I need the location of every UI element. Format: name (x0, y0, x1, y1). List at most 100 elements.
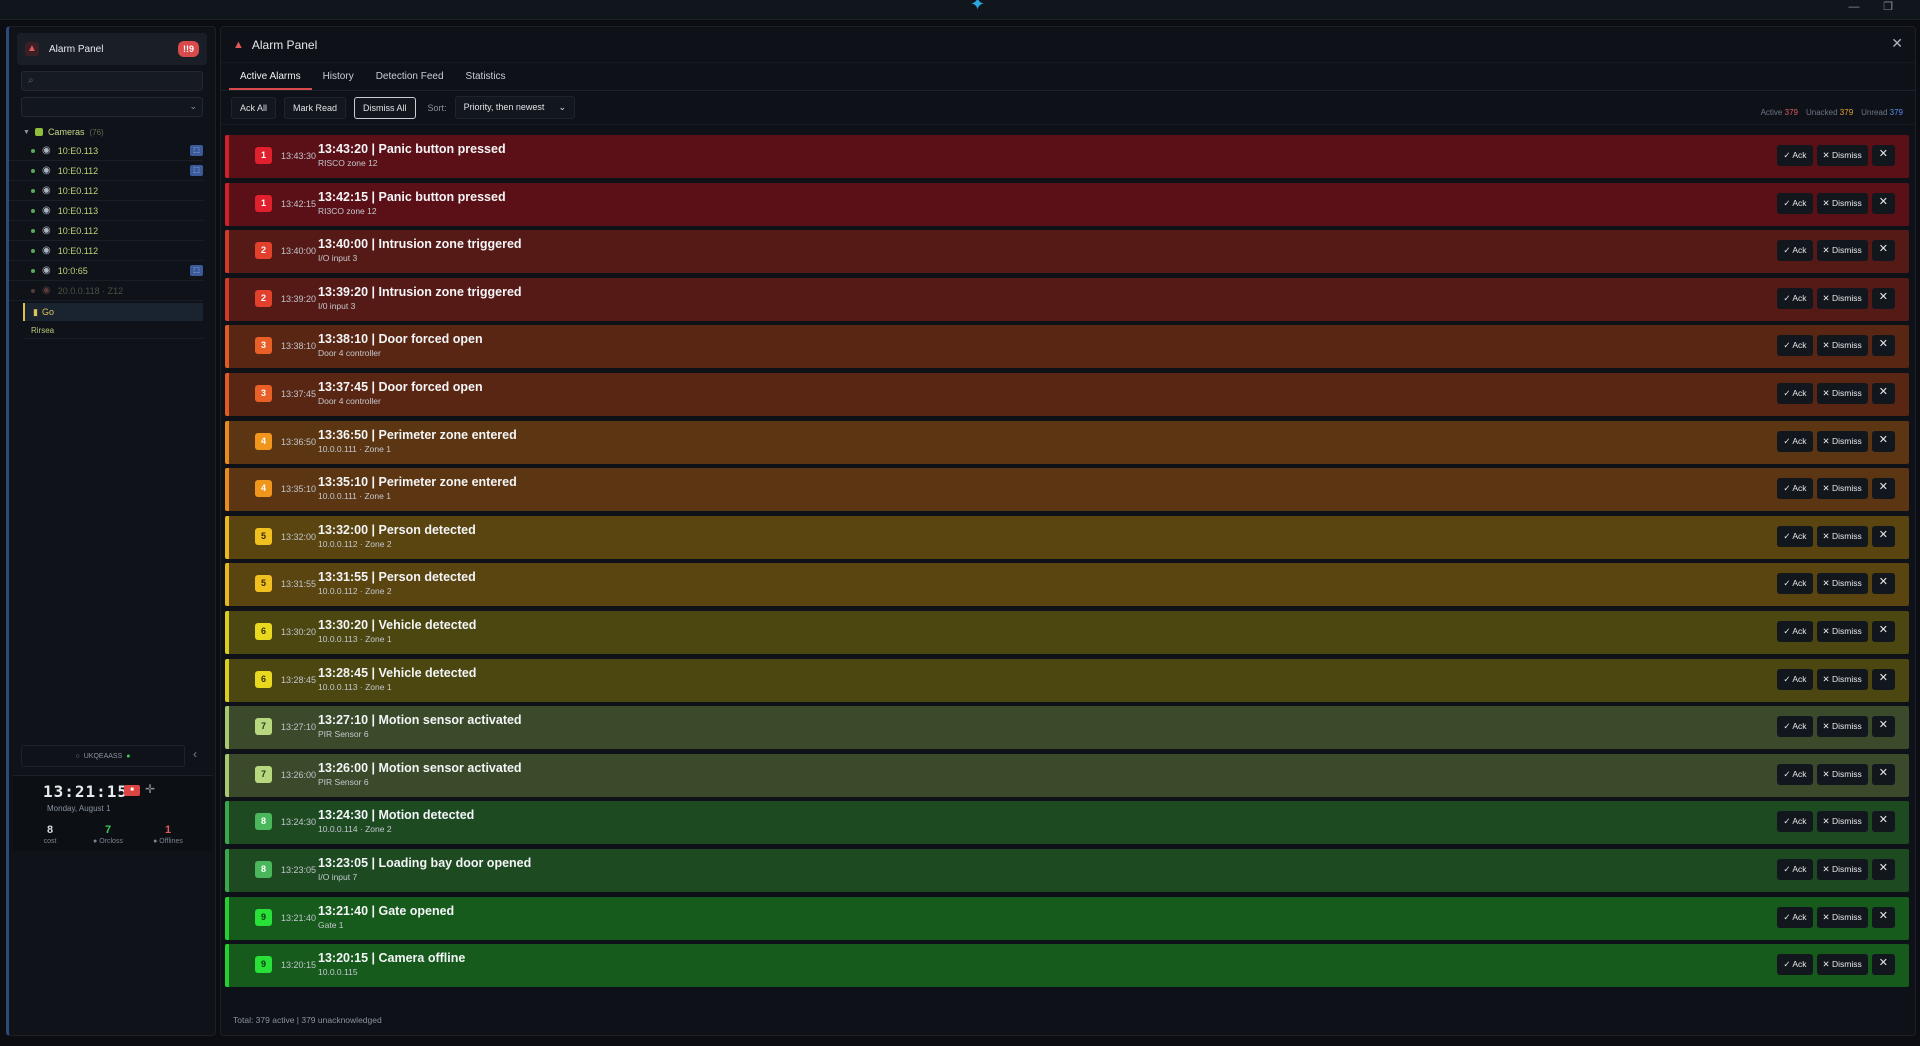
eye-icon[interactable]: ◉ (42, 185, 51, 196)
eye-icon[interactable]: ◉ (42, 245, 51, 256)
ack-button[interactable]: ✓ Ack (1777, 478, 1813, 500)
dismiss-button[interactable]: ✕ Dismiss (1816, 145, 1868, 166)
dismiss-all-button[interactable]: Dismiss All (354, 96, 416, 119)
dismiss-button[interactable]: ✕ Dismiss (1816, 335, 1868, 357)
close-icon[interactable]: ✕ (1871, 620, 1895, 642)
camera-item[interactable]: ◉ 10:E0.112 (9, 181, 203, 201)
move-icon[interactable]: ✛ (145, 782, 155, 796)
alarm-row[interactable]: 7 13:27:10 13:27:10 | Motion sensor activa… (225, 706, 1909, 750)
ack-button[interactable]: ✓ Ack (1777, 240, 1813, 262)
ack-button[interactable]: ✓ Ack (1777, 858, 1813, 880)
alarm-row[interactable]: 2 13:39:20 13:39:20 | Intrusion zone trigg… (225, 277, 1909, 321)
ack-button[interactable]: ✓ Ack (1777, 430, 1813, 452)
close-icon[interactable]: ✕ (1871, 954, 1895, 976)
ack-button[interactable]: ✓ Ack (1777, 954, 1813, 976)
dismiss-button[interactable]: ✕ Dismiss (1816, 573, 1868, 595)
alarm-row[interactable]: 1 13:42:15 13:42:15 | Panic button pressed… (225, 182, 1909, 226)
tab-history[interactable]: History (312, 63, 365, 90)
ack-button[interactable]: ✓ Ack (1777, 145, 1813, 166)
alarm-row[interactable]: 3 13:38:10 13:38:10 | Door forced open Door… (225, 325, 1909, 369)
camera-item[interactable]: ◉ 10:E0.112 (9, 241, 203, 261)
ack-all-button[interactable]: Ack All (231, 96, 277, 119)
close-icon[interactable]: ✕ (1871, 192, 1895, 214)
tab-statistics[interactable]: Statistics (455, 63, 517, 90)
ack-button[interactable]: ✓ Ack (1777, 525, 1813, 547)
camera-item[interactable]: ◉ 10:E0.112 (9, 221, 203, 241)
dismiss-button[interactable]: ✕ Dismiss (1816, 906, 1868, 928)
camera-item[interactable]: ◉ 10:E0.112 ⬚ (9, 161, 203, 181)
dismiss-button[interactable]: ✕ Dismiss (1816, 430, 1868, 452)
camera-item[interactable]: ◉ 10:E0.113 (9, 201, 203, 221)
close-icon[interactable]: ✕ (1891, 35, 1903, 52)
alarm-row[interactable]: 7 13:26:00 13:26:00 | Motion sensor activa… (225, 753, 1909, 797)
mark-read-button[interactable]: Mark Read (284, 96, 347, 119)
alarm-row[interactable]: 5 13:31:55 13:31:55 | Person detected 10.0.… (225, 563, 1909, 607)
dismiss-button[interactable]: ✕ Dismiss (1816, 240, 1868, 262)
user-status[interactable]: ○ UKQEAASS ● (21, 745, 185, 767)
close-icon[interactable]: ✕ (1871, 478, 1895, 500)
eye-icon[interactable]: ◉ (42, 265, 51, 276)
alarm-row[interactable]: 9 13:20:15 13:20:15 | Camera offline 10.0.0… (225, 944, 1909, 988)
alarm-row[interactable]: 9 13:21:40 13:21:40 | Gate opened Gate 1 ✓ A… (225, 896, 1909, 940)
eye-icon[interactable]: ◉ (42, 225, 51, 236)
ack-button[interactable]: ✓ Ack (1777, 811, 1813, 833)
alarm-row[interactable]: 8 13:23:05 13:23:05 | Loading bay door ope… (225, 848, 1909, 892)
close-icon[interactable]: ✕ (1871, 240, 1895, 262)
sidebar-item-rirsea[interactable]: Rirsea (23, 323, 203, 339)
close-icon[interactable]: ✕ (1871, 763, 1895, 785)
ack-button[interactable]: ✓ Ack (1777, 716, 1813, 738)
alarm-row[interactable]: 8 13:24:30 13:24:30 | Motion detected 10.0.… (225, 801, 1909, 845)
collapse-sidebar-icon[interactable]: ‹ (193, 747, 197, 761)
flag-icon[interactable]: ■ (124, 785, 140, 796)
dismiss-button[interactable]: ✕ Dismiss (1816, 811, 1868, 833)
filter-dropdown[interactable]: ⌄ (21, 97, 203, 117)
sort-select[interactable]: Priority, then newest ⌄ (454, 96, 575, 119)
tab-detection-feed[interactable]: Detection Feed (365, 63, 455, 90)
ack-button[interactable]: ✓ Ack (1777, 668, 1813, 690)
dismiss-button[interactable]: ✕ Dismiss (1816, 192, 1868, 214)
alarm-row[interactable]: 6 13:30:20 13:30:20 | Vehicle detected 10.0… (225, 610, 1909, 654)
alarm-row[interactable]: 6 13:28:45 13:28:45 | Vehicle detected 10.0… (225, 658, 1909, 702)
search-input[interactable]: ⌕ (21, 71, 203, 91)
dismiss-button[interactable]: ✕ Dismiss (1816, 620, 1868, 642)
minimize-icon[interactable]: — (1840, 0, 1868, 18)
dismiss-button[interactable]: ✕ Dismiss (1816, 668, 1868, 690)
close-icon[interactable]: ✕ (1871, 573, 1895, 595)
dismiss-button[interactable]: ✕ Dismiss (1816, 763, 1868, 785)
ack-button[interactable]: ✓ Ack (1777, 382, 1813, 404)
close-icon[interactable]: ✕ (1871, 811, 1895, 833)
alarm-row[interactable]: 5 13:32:00 13:32:00 | Person detected 10.0.… (225, 515, 1909, 559)
close-icon[interactable]: ✕ (1871, 287, 1895, 309)
close-icon[interactable]: ✕ (1871, 145, 1895, 166)
tree-group-cameras[interactable]: ▼ Cameras (76) (9, 123, 215, 141)
dismiss-button[interactable]: ✕ Dismiss (1816, 287, 1868, 309)
close-icon[interactable]: ✕ (1871, 430, 1895, 452)
close-icon[interactable]: ✕ (1871, 525, 1895, 547)
eye-icon[interactable]: ◉ (42, 165, 51, 176)
close-icon[interactable]: ✕ (1871, 335, 1895, 357)
alarm-row[interactable]: 1 13:43:30 13:43:20 | Panic button pressed… (225, 135, 1909, 178)
alarm-row[interactable]: 4 13:35:10 13:35:10 | Perimeter zone enter… (225, 468, 1909, 512)
camera-item[interactable]: ◉ 10:0:65 ⬚ (9, 261, 203, 281)
ack-button[interactable]: ✓ Ack (1777, 335, 1813, 357)
ack-button[interactable]: ✓ Ack (1777, 573, 1813, 595)
dismiss-button[interactable]: ✕ Dismiss (1816, 858, 1868, 880)
close-icon[interactable]: ✕ (1871, 668, 1895, 690)
dismiss-button[interactable]: ✕ Dismiss (1816, 716, 1868, 738)
close-icon[interactable]: ✕ (1871, 858, 1895, 880)
camera-item[interactable]: ◉ 10:E0.113 ⬚ (9, 141, 203, 161)
ack-button[interactable]: ✓ Ack (1777, 192, 1813, 214)
dismiss-button[interactable]: ✕ Dismiss (1816, 478, 1868, 500)
close-icon[interactable]: ✕ (1871, 382, 1895, 404)
ack-button[interactable]: ✓ Ack (1777, 287, 1813, 309)
alarm-row[interactable]: 2 13:40:00 13:40:00 | Intrusion zone trigg… (225, 230, 1909, 274)
alarm-row[interactable]: 3 13:37:45 13:37:45 | Door forced open Door… (225, 372, 1909, 416)
camera-item[interactable]: ◉ 20.0.0.118 · Z12 (9, 281, 203, 301)
dismiss-button[interactable]: ✕ Dismiss (1816, 382, 1868, 404)
restore-icon[interactable]: ❐ (1874, 0, 1902, 18)
ack-button[interactable]: ✓ Ack (1777, 763, 1813, 785)
tab-active-alarms[interactable]: Active Alarms (229, 63, 312, 90)
alarm-row[interactable]: 4 13:36:50 13:36:50 | Perimeter zone enter… (225, 420, 1909, 464)
eye-icon[interactable]: ◉ (42, 145, 51, 156)
sidebar-header[interactable]: ▲ Alarm Panel !!9 (17, 33, 207, 65)
